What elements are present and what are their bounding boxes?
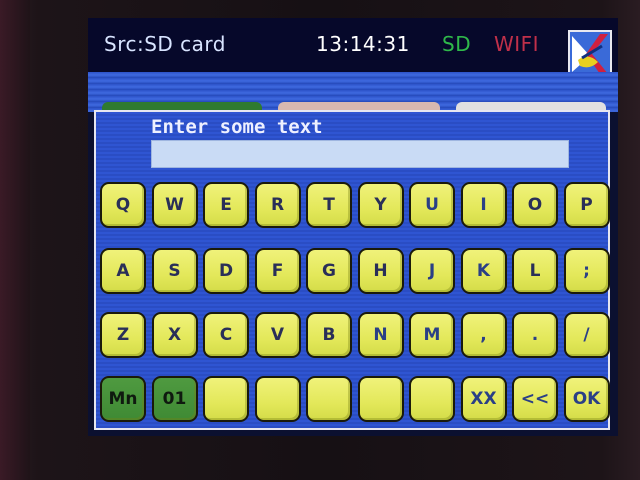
key-p[interactable]: P bbox=[563, 182, 610, 228]
device-edge bbox=[0, 0, 30, 480]
key-space-4[interactable] bbox=[306, 376, 352, 422]
key-b[interactable]: B bbox=[306, 312, 352, 358]
key-e[interactable]: E bbox=[203, 182, 249, 228]
key-m[interactable]: M bbox=[409, 312, 455, 358]
lcd-screen: Src:SD card 13:14:31 SD WIFI Enter some … bbox=[88, 18, 618, 436]
key-mode[interactable]: Mn bbox=[100, 376, 146, 422]
key-i[interactable]: I bbox=[460, 182, 507, 228]
sd-indicator: SD bbox=[442, 32, 472, 56]
key-period[interactable]: . bbox=[512, 312, 558, 358]
key-space-6[interactable] bbox=[409, 376, 455, 422]
key-h[interactable]: H bbox=[357, 248, 404, 294]
clock: 13:14:31 bbox=[316, 32, 410, 56]
key-t[interactable]: T bbox=[306, 182, 352, 228]
text-input-field[interactable] bbox=[151, 140, 569, 168]
source-label: Src:SD card bbox=[104, 32, 226, 56]
key-a[interactable]: A bbox=[100, 248, 146, 294]
key-g[interactable]: G bbox=[306, 248, 352, 294]
status-bar: Src:SD card 13:14:31 SD WIFI bbox=[88, 18, 618, 78]
key-c[interactable]: C bbox=[203, 312, 249, 358]
key-slash[interactable]: / bbox=[563, 312, 610, 358]
key-numbers[interactable]: 01 bbox=[151, 376, 198, 422]
dialog-prompt: Enter some text bbox=[151, 116, 323, 138]
key-n[interactable]: N bbox=[357, 312, 404, 358]
key-v[interactable]: V bbox=[254, 312, 301, 358]
key-space-2[interactable] bbox=[203, 376, 249, 422]
key-k[interactable]: K bbox=[460, 248, 507, 294]
key-r[interactable]: R bbox=[254, 182, 301, 228]
key-comma[interactable]: , bbox=[460, 312, 507, 358]
key-x[interactable]: X bbox=[151, 312, 198, 358]
key-backspace[interactable]: << bbox=[512, 376, 558, 422]
wifi-indicator: WIFI bbox=[494, 32, 540, 56]
key-j[interactable]: J bbox=[409, 248, 455, 294]
key-o[interactable]: O bbox=[512, 182, 558, 228]
key-clear[interactable]: XX bbox=[460, 376, 507, 422]
key-s[interactable]: S bbox=[151, 248, 198, 294]
key-z[interactable]: Z bbox=[100, 312, 146, 358]
app-logo-icon bbox=[568, 30, 612, 78]
key-u[interactable]: U bbox=[409, 182, 455, 228]
key-f[interactable]: F bbox=[254, 248, 301, 294]
key-space-3[interactable] bbox=[254, 376, 301, 422]
key-q[interactable]: Q bbox=[100, 182, 146, 228]
key-l[interactable]: L bbox=[512, 248, 558, 294]
key-y[interactable]: Y bbox=[357, 182, 404, 228]
key-semicolon[interactable]: ; bbox=[563, 248, 610, 294]
key-d[interactable]: D bbox=[203, 248, 249, 294]
text-entry-dialog: Enter some text Q W E R T Y U I O P A S D F G H J K L; Z X C V… bbox=[94, 110, 610, 430]
key-w[interactable]: W bbox=[151, 182, 198, 228]
key-ok[interactable]: OK bbox=[563, 376, 610, 422]
key-space-5[interactable] bbox=[357, 376, 404, 422]
